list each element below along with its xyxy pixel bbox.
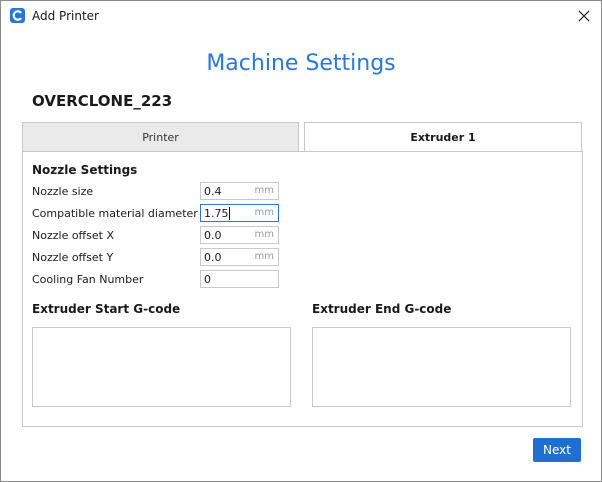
printer-name: OVERCLONE_223: [32, 92, 173, 110]
unit-label: mm: [254, 207, 274, 218]
extruder-settings-panel: Nozzle Settings Nozzle size 0.4 mm Compa…: [22, 151, 583, 427]
unit-label: mm: [254, 185, 274, 196]
next-button-label: Next: [543, 443, 571, 457]
page-title: Machine Settings: [206, 51, 396, 76]
close-button[interactable]: [573, 5, 595, 27]
tab-bar: Printer Extruder 1: [22, 122, 582, 152]
cooling-fan-number-label: Cooling Fan Number: [32, 273, 144, 286]
material-diameter-input[interactable]: 1.75 mm: [200, 204, 279, 222]
material-diameter-value: 1.75: [204, 207, 229, 220]
tab-printer[interactable]: Printer: [22, 122, 299, 151]
tab-extruder-1[interactable]: Extruder 1: [304, 122, 582, 152]
nozzle-size-input[interactable]: 0.4 mm: [200, 182, 279, 200]
extruder-start-gcode-editor[interactable]: [32, 327, 291, 407]
nozzle-size-label: Nozzle size: [32, 185, 94, 198]
nozzle-offset-y-label: Nozzle offset Y: [32, 251, 114, 264]
extruder-end-gcode-editor[interactable]: [312, 327, 571, 407]
extruder-start-gcode-heading: Extruder Start G-code: [32, 302, 181, 316]
nozzle-offset-x-value: 0.0: [204, 229, 222, 242]
window-title: Add Printer: [32, 9, 99, 23]
nozzle-offset-y-input[interactable]: 0.0 mm: [200, 248, 279, 266]
nozzle-size-value: 0.4: [204, 185, 222, 198]
nozzle-offset-x-input[interactable]: 0.0 mm: [200, 226, 279, 244]
nozzle-settings-heading: Nozzle Settings: [32, 163, 138, 177]
close-icon: [578, 7, 590, 26]
text-cursor: [229, 207, 230, 220]
cooling-fan-number-input[interactable]: 0: [200, 270, 279, 288]
tab-label: Extruder 1: [410, 131, 476, 144]
extruder-end-gcode-heading: Extruder End G-code: [312, 302, 452, 316]
unit-label: mm: [254, 251, 274, 262]
tab-label: Printer: [142, 130, 179, 144]
unit-label: mm: [254, 229, 274, 240]
nozzle-offset-y-value: 0.0: [204, 251, 222, 264]
nozzle-offset-x-label: Nozzle offset X: [32, 229, 114, 242]
material-diameter-label: Compatible material diameter: [32, 207, 198, 220]
next-button[interactable]: Next: [533, 438, 581, 462]
add-printer-dialog: Add Printer Machine Settings OVERCLONE_2…: [0, 0, 602, 482]
title-bar: Add Printer: [1, 1, 601, 31]
cooling-fan-number-value: 0: [204, 273, 211, 286]
cura-logo-icon: [10, 8, 25, 23]
